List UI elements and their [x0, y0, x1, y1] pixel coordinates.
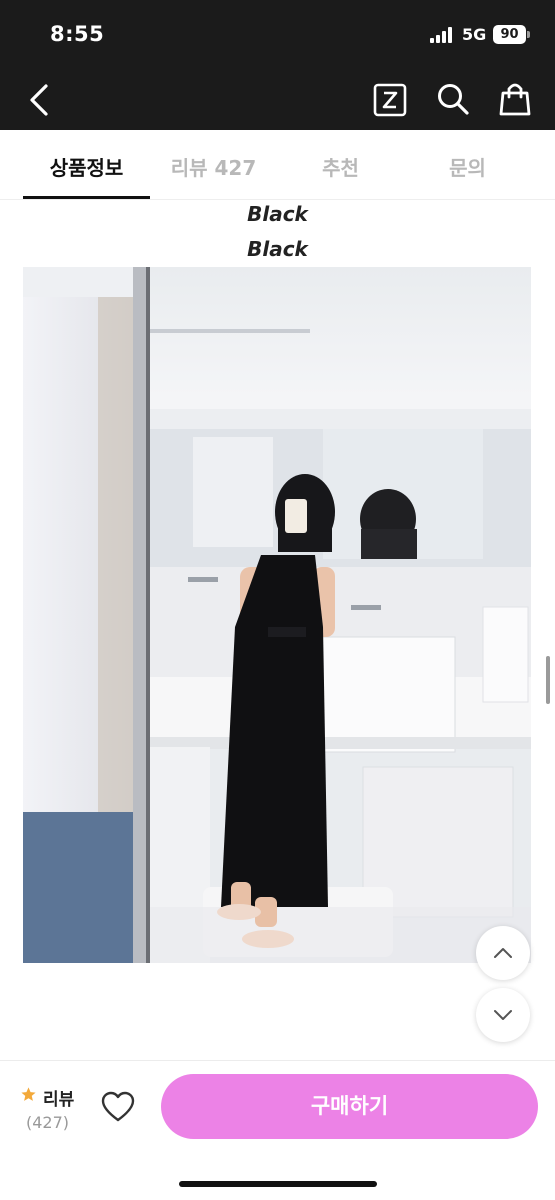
top-bar: 8:55 5G 90: [0, 0, 555, 130]
scroll-indicator[interactable]: [546, 656, 550, 704]
home-indicator: [179, 1181, 377, 1187]
z-logo-icon[interactable]: [372, 82, 408, 118]
tab-inquiry[interactable]: 문의: [404, 152, 531, 181]
scroll-up-button[interactable]: [476, 926, 530, 980]
search-icon[interactable]: [434, 80, 472, 118]
tab-recommend[interactable]: 추천: [277, 152, 404, 181]
review-summary[interactable]: 리뷰 (427): [20, 1083, 90, 1143]
header-nav: [0, 70, 555, 130]
variant-label: Black: [247, 202, 308, 226]
chevron-left-icon[interactable]: [22, 80, 58, 120]
product-photo: [23, 267, 531, 963]
status-bar: 8:55 5G 90: [0, 0, 555, 70]
review-count: (427): [26, 1113, 70, 1132]
battery-tip: [527, 31, 530, 38]
network-type: 5G: [462, 25, 487, 44]
variant-label: Black: [247, 237, 308, 261]
signal-icon: [430, 27, 456, 43]
battery-icon: 90: [493, 25, 526, 44]
chevron-down-icon: [494, 1010, 512, 1020]
status-time: 8:55: [50, 22, 105, 46]
buy-button[interactable]: 구매하기: [161, 1074, 538, 1139]
shopping-bag-icon[interactable]: [496, 79, 534, 119]
star-icon: [21, 1087, 36, 1101]
chevron-up-icon: [494, 948, 512, 958]
scroll-down-button[interactable]: [476, 988, 530, 1042]
product-photo-illustration: [23, 267, 531, 963]
heart-icon[interactable]: [101, 1091, 135, 1123]
product-tabs: 상품정보 리뷰 427 추천 문의: [0, 130, 555, 200]
bottom-action-bar: 리뷰 (427) 구매하기: [0, 1060, 555, 1200]
tab-reviews[interactable]: 리뷰 427: [150, 152, 277, 181]
active-tab-indicator: [23, 196, 150, 199]
tab-product-info[interactable]: 상품정보: [23, 152, 150, 181]
review-label: 리뷰: [43, 1090, 75, 1110]
